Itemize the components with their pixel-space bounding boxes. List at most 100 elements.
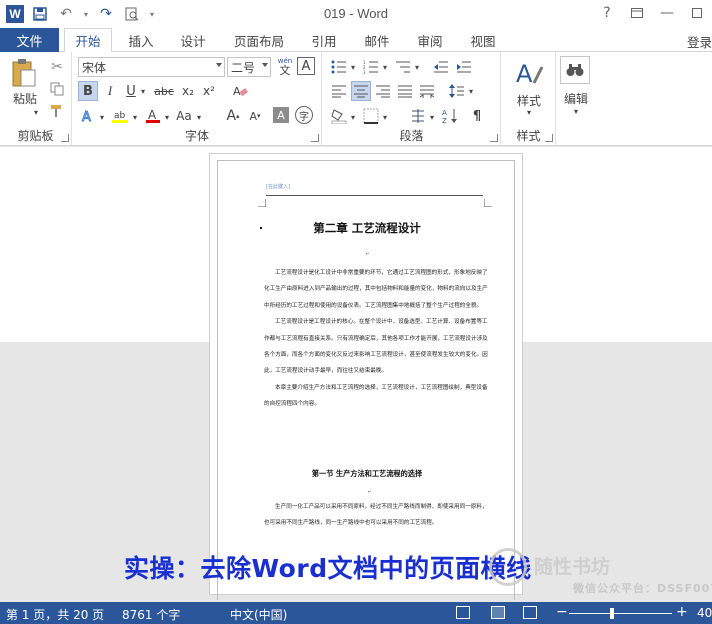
tab-insert[interactable]: 插入 [120,28,162,52]
tab-page-layout[interactable]: 页面布局 [226,28,292,52]
character-shading-icon[interactable]: A [273,107,289,123]
word-count[interactable]: 8761 个字 [122,606,180,623]
zoom-slider[interactable] [569,613,672,614]
font-color-icon[interactable]: A [143,106,163,126]
underline-dropdown-icon[interactable]: ▾ [139,82,147,100]
tab-view[interactable]: 视图 [462,28,504,52]
enclose-characters-icon[interactable]: 字 [295,106,313,124]
font-name-value: 宋体 [82,60,107,75]
body-paragraph-3[interactable]: 本章主要介绍生产方法和工艺流程的选择，工艺流程设计，工艺流程图绘制，典型设备的自… [264,380,489,413]
zoom-level[interactable]: 40 [697,606,712,620]
justify-icon[interactable] [395,81,415,101]
bold-button[interactable]: B [78,81,98,101]
styles-gallery-icon[interactable]: A [513,56,545,88]
document-page[interactable]: [在此键入] 第二章 工艺流程设计 ↵ 工艺流程设计是化工设计中非常重要的环节，… [209,153,523,600]
paste-button[interactable]: 粘贴 [8,90,42,106]
shading-icon[interactable] [329,106,349,126]
strikethrough-button[interactable]: abc [151,81,177,101]
section-title[interactable]: 第一节 生产方法和工艺流程的选择 [218,469,516,479]
align-center-icon[interactable] [351,81,371,101]
clipboard-launcher-icon[interactable] [61,134,69,142]
tab-file[interactable]: 文件 [0,28,59,52]
svg-text:A: A [82,110,91,124]
line-spacing-dropdown-icon[interactable]: ▾ [467,82,475,100]
minimize-icon[interactable]: — [652,2,682,24]
tab-mailings[interactable]: 邮件 [356,28,398,52]
italic-button[interactable]: I [101,81,119,101]
align-right-icon[interactable] [373,81,393,101]
paste-icon[interactable] [6,58,42,88]
cut-icon[interactable]: ✂ [48,58,66,76]
document-area[interactable]: [在此键入] 第二章 工艺流程设计 ↵ 工艺流程设计是化工设计中非常重要的环节，… [0,147,712,602]
highlight-dropdown-icon[interactable]: ▾ [131,108,139,126]
sort-icon[interactable]: AZ [440,106,460,126]
body-paragraph-1[interactable]: 工艺流程设计是化工设计中非常重要的环节，它通过工艺流程图的形式，形象地反映了化工… [264,265,489,314]
distributed-icon[interactable] [417,81,437,101]
editing-dropdown-icon[interactable]: ▾ [571,107,581,116]
numbering-dropdown-icon[interactable]: ▾ [381,58,389,76]
bullets-dropdown-icon[interactable]: ▾ [349,58,357,76]
text-effects-icon[interactable]: A [78,106,98,126]
underline-button[interactable]: U [122,81,140,101]
body-paragraph-2[interactable]: 工艺流程设计是工程设计的核心。在整个设计中，设备选型、工艺计算、设备布置等工作都… [264,314,489,380]
paste-dropdown-icon[interactable]: ▾ [30,108,42,117]
shrink-font-button[interactable]: A ▾ [245,106,265,126]
superscript-button[interactable]: x² [200,81,218,101]
increase-indent-icon[interactable] [454,57,474,77]
chinese-layout-dropdown-icon[interactable]: ▾ [428,108,436,126]
tab-references[interactable]: 引用 [303,28,345,52]
font-name-combo[interactable]: 宋体 [78,57,225,77]
decrease-indent-icon[interactable] [431,57,451,77]
font-size-combo[interactable]: 二号 [227,57,271,77]
change-case-dropdown-icon[interactable]: ▾ [195,108,203,126]
page-count[interactable]: 第 1 页，共 20 页 [6,606,104,623]
sign-in-link[interactable]: 登录 [687,32,712,51]
font-color-dropdown-icon[interactable]: ▾ [163,108,171,126]
editing-button[interactable]: 编辑 [559,90,593,106]
tab-design[interactable]: 设计 [172,28,214,52]
multilevel-dropdown-icon[interactable]: ▾ [413,58,421,76]
zoom-out-button[interactable]: − [556,604,568,620]
phonetic-guide-icon[interactable]: wén 文 [275,55,295,77]
language-indicator[interactable]: 中文(中国) [230,606,287,623]
find-binoculars-icon[interactable] [560,56,590,84]
read-mode-icon[interactable] [456,606,470,619]
print-layout-icon[interactable] [491,606,505,619]
format-painter-icon[interactable] [48,102,66,120]
multilevel-list-icon[interactable] [393,57,413,77]
numbering-icon[interactable]: 123 [361,57,381,77]
tab-review[interactable]: 审阅 [409,28,451,52]
align-left-icon[interactable] [329,81,349,101]
chapter-title[interactable]: 第二章 工艺流程设计 [218,220,516,236]
line-spacing-icon[interactable] [447,81,467,101]
help-button[interactable]: ? [592,2,622,24]
borders-icon[interactable] [361,106,381,126]
borders-dropdown-icon[interactable]: ▾ [381,108,389,126]
text-effects-dropdown-icon[interactable]: ▾ [98,108,106,126]
highlight-icon[interactable]: ab [109,106,131,126]
bullets-icon[interactable] [329,57,349,77]
styles-launcher-icon[interactable] [545,134,553,142]
grow-font-button[interactable]: A ▴ [223,106,243,126]
styles-dropdown-icon[interactable]: ▾ [524,108,534,117]
zoom-slider-thumb[interactable] [610,608,615,619]
styles-button[interactable]: 样式 [508,92,550,108]
section-paragraph-1[interactable]: 生产同一化工产品可以采用不同原料，经过不同生产路线而制得，即使采用同一原料，也可… [264,499,489,532]
chinese-layout-icon[interactable] [408,106,428,126]
maximize-icon[interactable] [682,2,712,24]
zoom-in-button[interactable]: + [676,604,688,620]
tab-home[interactable]: 开始 [64,28,112,53]
character-border-icon[interactable]: A [297,57,315,75]
paragraph-launcher-icon[interactable] [490,134,498,142]
clear-formatting-icon[interactable]: A [230,81,250,101]
shading-dropdown-icon[interactable]: ▾ [349,108,357,126]
header-placeholder[interactable]: [在此键入] [266,183,290,190]
subscript-button[interactable]: x₂ [179,81,197,101]
copy-icon[interactable] [48,80,66,98]
font-size-value: 二号 [231,60,256,75]
font-launcher-icon[interactable] [311,134,319,142]
change-case-button[interactable]: Aa [173,106,195,126]
show-formatting-marks-icon[interactable]: ¶ [467,106,487,126]
web-layout-icon[interactable] [523,606,537,619]
ribbon-display-icon[interactable] [622,2,652,24]
